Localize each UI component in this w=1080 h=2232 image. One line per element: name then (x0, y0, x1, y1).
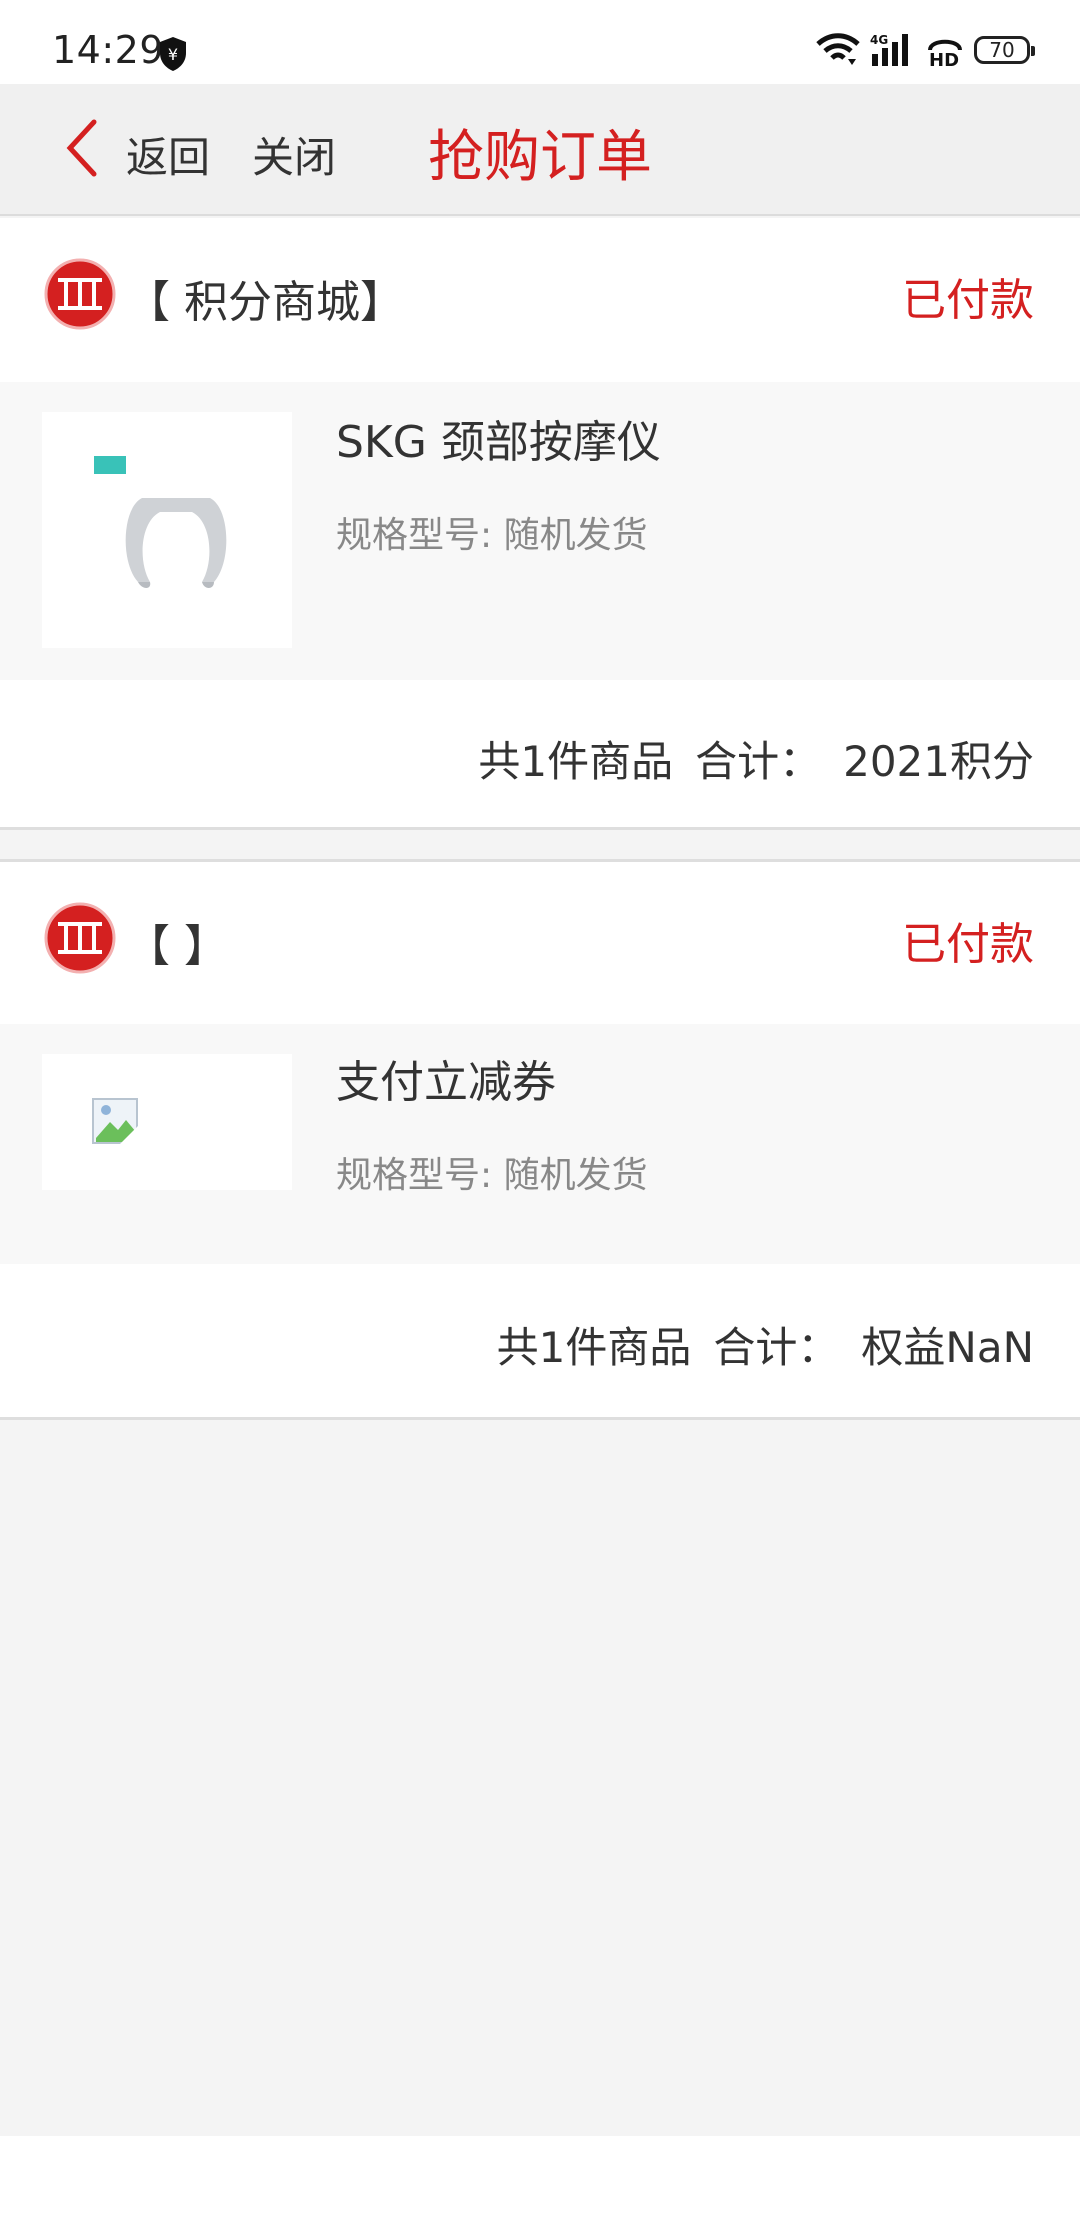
close-button[interactable]: 关闭 (252, 124, 336, 185)
item-spec: 规格型号: 随机发货 (336, 515, 648, 556)
product-thumbnail[interactable] (42, 1054, 292, 1190)
item-count: 共1件商品 (478, 737, 674, 786)
order-divider (0, 830, 1080, 862)
total-label: 合计： (695, 737, 822, 786)
product-thumbnail[interactable] (42, 412, 292, 648)
nav-bar: 返回 关闭 抢购订单 (0, 84, 1080, 216)
citic-logo-icon (44, 902, 116, 974)
page-title: 抢购订单 (428, 125, 652, 190)
order-card[interactable]: 【 积分商城】 已付款 SKG 颈部按摩仪 规格型号: 随机发货 共1件商品 合计… (0, 218, 1080, 830)
order-item[interactable]: 支付立减券 规格型号: 随机发货 (0, 1024, 1080, 1264)
shop-name: 【 积分商城】 (126, 277, 404, 328)
total-label: 合计： (713, 1323, 840, 1372)
item-spec: 规格型号: 随机发货 (336, 1155, 648, 1196)
order-header: 【 】 已付款 (0, 862, 1080, 1024)
neck-massager-image (94, 456, 227, 588)
order-footer: 共1件商品 合计： 权益NaN (0, 1264, 1080, 1420)
shop-name: 【 】 (126, 921, 228, 972)
order-card[interactable]: 【 】 已付款 支付立减券 规格型号: 随机发货 共1件商品 合计： 权益NaN (0, 862, 1080, 1420)
svg-text:¥: ¥ (168, 45, 178, 64)
status-bar: 14:29 ¥ 4G HD 70 (0, 0, 1080, 84)
chevron-left-icon[interactable] (60, 116, 104, 180)
order-header: 【 积分商城】 已付款 (0, 218, 1080, 382)
svg-text:4G: 4G (870, 33, 888, 47)
item-count: 共1件商品 (496, 1323, 692, 1372)
yuan-shield-icon: ¥ (160, 37, 186, 71)
order-item[interactable]: SKG 颈部按摩仪 规格型号: 随机发货 (0, 382, 1080, 680)
svg-text:HD: HD (929, 50, 959, 68)
order-summary: 共1件商品 合计： 权益NaN (475, 1314, 1034, 1375)
bottom-bar (0, 2136, 1080, 2232)
broken-image-icon (92, 1098, 138, 1144)
total-value: 权益NaN (861, 1323, 1034, 1372)
order-status: 已付款 (902, 275, 1034, 326)
signal-4g-icon: 4G (870, 33, 908, 66)
total-value: 2021积分 (843, 737, 1034, 786)
back-button[interactable]: 返回 (126, 124, 210, 185)
order-status: 已付款 (902, 919, 1034, 970)
wifi-icon (816, 33, 860, 65)
status-icons: 4G HD 70 (816, 30, 1035, 70)
status-time: 14:29 (52, 28, 165, 72)
hd-icon: HD (928, 39, 962, 68)
item-title: 支付立减券 (336, 1057, 556, 1108)
order-summary: 共1件商品 合计： 2021积分 (456, 728, 1034, 789)
order-footer: 共1件商品 合计： 2021积分 (0, 680, 1080, 830)
battery-icon: 70 (974, 36, 1035, 64)
item-title: SKG 颈部按摩仪 (336, 417, 661, 468)
battery-level: 70 (989, 38, 1015, 62)
citic-logo-icon (44, 258, 116, 330)
